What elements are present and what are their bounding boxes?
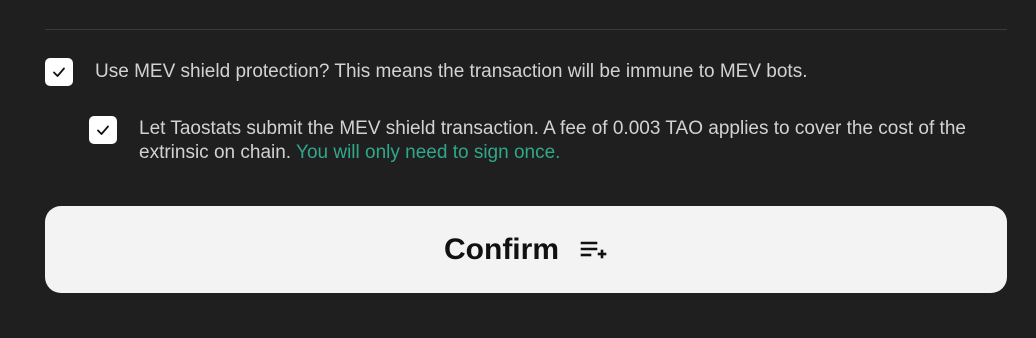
playlist-add-icon	[580, 241, 607, 258]
sign-once-note: You will only need to sign once.	[296, 142, 561, 163]
taostats-submit-text: Let Taostats submit the MEV shield trans…	[139, 117, 1019, 165]
checkmark-icon	[53, 67, 65, 77]
confirm-button[interactable]: Confirm	[45, 206, 1007, 293]
confirm-label: Confirm	[444, 232, 559, 266]
checkmark-icon	[97, 125, 109, 135]
mev-shield-option: Use MEV shield protection? This means th…	[45, 58, 807, 86]
mev-shield-checkbox[interactable]	[45, 58, 73, 86]
taostats-submit-checkbox[interactable]	[89, 116, 117, 144]
taostats-submit-option: Let Taostats submit the MEV shield trans…	[89, 116, 1019, 165]
divider	[45, 29, 1007, 30]
mev-shield-label: Use MEV shield protection? This means th…	[95, 61, 808, 82]
